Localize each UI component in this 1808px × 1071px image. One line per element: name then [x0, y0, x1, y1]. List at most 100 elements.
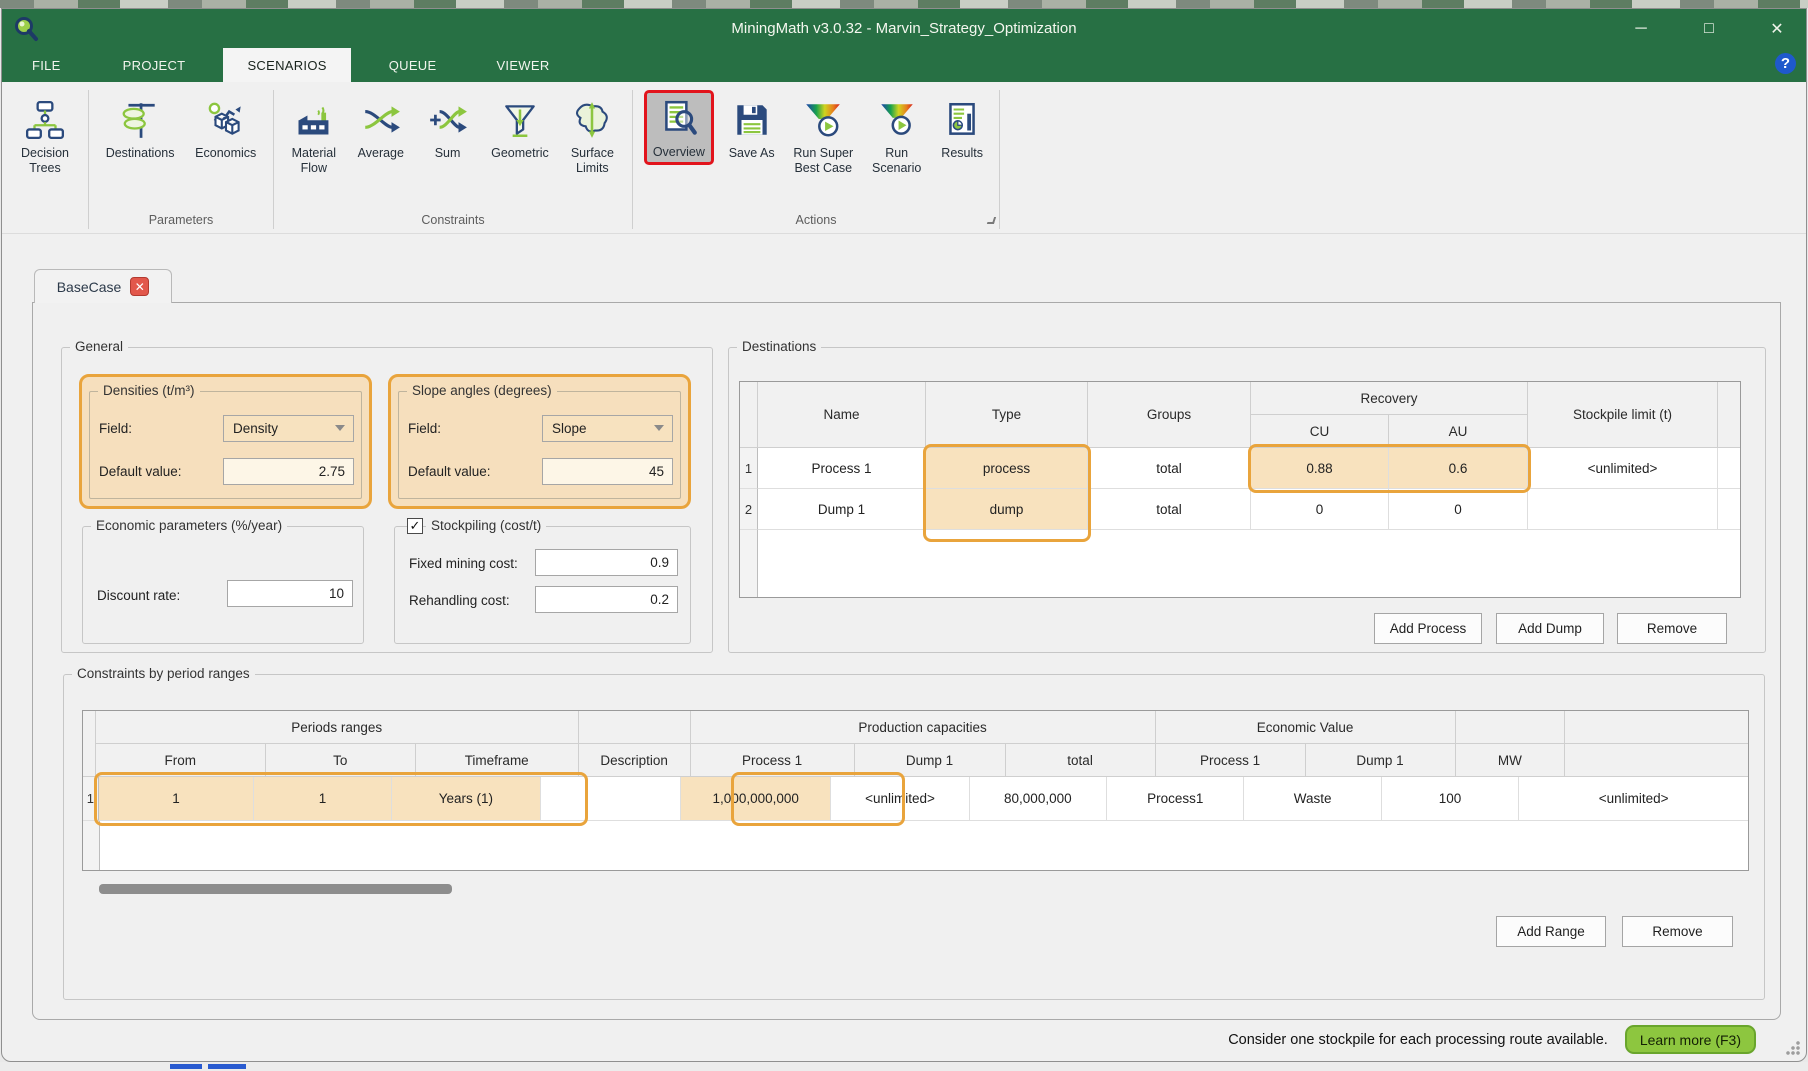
dest-header-groups: Groups [1088, 382, 1251, 448]
menu-viewer[interactable]: VIEWER [472, 48, 573, 82]
dest-row1-au[interactable]: 0.6 [1389, 448, 1528, 489]
densities-highlight-box: Densities (t/m³) Field: Density Default … [79, 374, 372, 509]
remove-range-button[interactable]: Remove [1622, 916, 1733, 947]
dest-row1-cu[interactable]: 0.88 [1251, 448, 1389, 489]
destinations-icon [118, 98, 162, 142]
dest-row2-cu[interactable]: 0 [1251, 489, 1389, 530]
dest-row2-au[interactable]: 0 [1389, 489, 1528, 530]
geometric-button[interactable]: Geometric [487, 96, 553, 163]
general-title: General [70, 339, 128, 354]
cons-header-next-group [1565, 711, 1748, 777]
discount-rate-label: Discount rate: [97, 588, 180, 603]
dest-header-num [740, 382, 758, 448]
slope-title: Slope angles (degrees) [407, 383, 557, 398]
add-range-button[interactable]: Add Range [1496, 916, 1606, 947]
destinations-button[interactable]: Destinations [102, 96, 179, 163]
slope-default-input[interactable] [542, 458, 673, 485]
tab-close-icon[interactable]: ✕ [130, 277, 149, 296]
horizontal-scrollbar[interactable] [99, 884, 452, 894]
close-button[interactable]: ✕ [1756, 14, 1798, 44]
overview-button[interactable]: Overview [644, 90, 714, 165]
run-super-label2: Best Case [794, 161, 852, 175]
cons-row1-cap-dump1[interactable]: <unlimited> [831, 777, 969, 821]
slope-highlight-box: Slope angles (degrees) Field: Slope Defa… [388, 374, 691, 509]
ribbon-group-constraints: Material Flow Average [274, 82, 632, 233]
menu-file[interactable]: FILE [8, 48, 85, 82]
resize-grip[interactable] [1786, 1041, 1800, 1055]
material-flow-button[interactable]: Material Flow [288, 96, 340, 178]
cons-row1-from[interactable]: 1 [99, 777, 255, 821]
scenario-panel: General Densities (t/m³) Field: Density … [32, 302, 1781, 1020]
run-scenario-icon [875, 98, 919, 142]
dest-row2-groups[interactable]: total [1088, 489, 1251, 530]
learn-more-button[interactable]: Learn more (F3) [1625, 1025, 1756, 1054]
run-scenario-button[interactable]: Run Scenario [868, 96, 925, 178]
dest-row1-stockpile[interactable]: <unlimited> [1528, 448, 1718, 489]
dest-header-stockpile: Stockpile limit (t) [1528, 382, 1718, 448]
cons-row1-next-clipped[interactable]: <unlimited> [1519, 777, 1748, 821]
average-button[interactable]: Average [354, 96, 408, 163]
ribbon-separator [999, 90, 1000, 229]
maximize-button[interactable]: □ [1688, 14, 1730, 44]
menu-scenarios[interactable]: SCENARIOS [223, 48, 350, 82]
rehandling-cost-input[interactable] [535, 586, 678, 613]
destinations-groupbox: Destinations Name Type Groups Recovery C… [728, 347, 1766, 653]
cons-row1-ev-dump1[interactable]: Waste [1244, 777, 1381, 821]
densities-field-label: Field: [99, 421, 132, 436]
surface-limits-button[interactable]: Surface Limits [566, 96, 618, 178]
discount-rate-input[interactable] [227, 580, 353, 607]
material-flow-label: Material [292, 146, 336, 160]
dest-row2-name[interactable]: Dump 1 [758, 489, 926, 530]
cons-row1-description[interactable] [541, 777, 681, 821]
overview-icon [657, 97, 701, 141]
slope-field-label: Field: [408, 421, 441, 436]
dest-header-cu: CU [1251, 415, 1389, 448]
densities-title: Densities (t/m³) [98, 383, 200, 398]
save-as-button[interactable]: Save As [725, 96, 779, 163]
slope-field-dropdown[interactable]: Slope [542, 415, 673, 442]
add-process-button[interactable]: Add Process [1374, 613, 1482, 644]
cons-row1-mw[interactable]: 100 [1382, 777, 1519, 821]
dest-row2-num: 2 [740, 489, 758, 530]
cons-header-cap-total: total [1006, 744, 1156, 777]
add-dump-button[interactable]: Add Dump [1496, 613, 1604, 644]
dest-row2-stockpile[interactable] [1528, 489, 1718, 530]
sum-button[interactable]: Sum [422, 96, 474, 163]
tab-basecase-label: BaseCase [57, 279, 122, 295]
cons-header-economic-group: Economic Value Process 1 Dump 1 [1156, 711, 1456, 777]
densities-default-input[interactable] [223, 458, 354, 485]
economics-button[interactable]: Economics [191, 96, 260, 163]
dest-header-recovery-group: Recovery CU AU [1251, 382, 1528, 448]
menu-project[interactable]: PROJECT [99, 48, 210, 82]
fixed-mining-cost-input[interactable] [535, 549, 678, 576]
stockpiling-title: Stockpiling (cost/t) [426, 518, 546, 533]
stockpiling-checkbox[interactable]: ✓ [407, 518, 423, 534]
densities-field-dropdown[interactable]: Density [223, 415, 354, 442]
cons-row1-cap-total[interactable]: 80,000,000 [970, 777, 1107, 821]
cons-row1-timeframe[interactable]: Years (1) [392, 777, 541, 821]
dest-header-recovery: Recovery [1251, 382, 1528, 415]
minimize-button[interactable]: ─ [1620, 14, 1662, 44]
cons-row1-ev-process1[interactable]: Process1 [1107, 777, 1244, 821]
decision-trees-button[interactable]: Decision Trees [17, 96, 73, 178]
tab-basecase[interactable]: BaseCase ✕ [34, 269, 172, 303]
dest-row2-type[interactable]: dump [926, 489, 1088, 530]
dest-row1-groups[interactable]: total [1088, 448, 1251, 489]
cons-header-production-group: Production capacities Process 1 Dump 1 t… [691, 711, 1156, 777]
help-icon[interactable]: ? [1775, 53, 1796, 74]
status-message: Consider one stockpile for each processi… [1228, 1032, 1608, 1048]
dest-row1-name[interactable]: Process 1 [758, 448, 926, 489]
cons-row1-to[interactable]: 1 [254, 777, 391, 821]
ribbon-toolbar: Decision Trees [2, 82, 1806, 234]
dest-header-gutter [1718, 382, 1740, 448]
cons-header-mw: MW [1456, 744, 1566, 777]
cons-header-to: To [266, 744, 416, 777]
run-super-best-case-button[interactable]: Run Super Best Case [789, 96, 857, 178]
remove-destination-button[interactable]: Remove [1617, 613, 1727, 644]
table-row: 1 1 1 Years (1) 1,000,000,000 <unlimited… [83, 777, 1748, 821]
cons-row1-cap-process1[interactable]: 1,000,000,000 [681, 777, 831, 821]
menu-queue[interactable]: QUEUE [365, 48, 461, 82]
results-button[interactable]: Results [936, 96, 988, 163]
background-artifact-strip [0, 0, 1808, 8]
dest-row1-type[interactable]: process [926, 448, 1088, 489]
